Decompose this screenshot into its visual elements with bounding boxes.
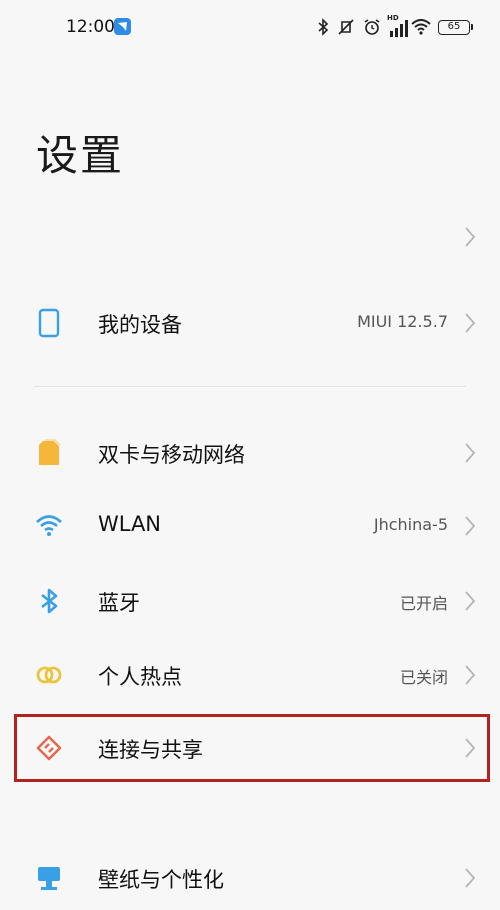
bluetooth-status-icon (318, 18, 329, 36)
chevron-right-icon (465, 868, 476, 888)
row-sim-mobile[interactable]: 双卡与移动网络 (0, 421, 500, 485)
vibrate-mute-icon (338, 19, 354, 35)
row-value: 已开启 (399, 594, 448, 613)
row-my-device[interactable]: 我的设备 MIUI 12.5.7 (0, 291, 500, 355)
status-icons: HD 65 (317, 14, 473, 38)
row-hotspot[interactable]: 个人热点 已关闭 (0, 643, 500, 707)
section-divider (34, 386, 466, 387)
row-value: MIUI 12.5.7 (357, 312, 448, 331)
row-bluetooth[interactable]: 蓝牙 已开启 (0, 569, 500, 633)
row-label: 蓝牙 (98, 591, 140, 615)
chevron-right-icon (465, 313, 476, 333)
chevron-right-icon (465, 227, 476, 247)
row-label: 壁纸与个性化 (98, 868, 224, 892)
wallpaper-icon (38, 867, 60, 890)
battery-icon: 65 (438, 19, 473, 35)
chevron-right-icon (465, 443, 476, 463)
row-label: 双卡与移动网络 (98, 443, 245, 467)
wifi-icon (36, 515, 62, 536)
signal-hd-icon: HD (387, 14, 408, 37)
alarm-icon (364, 19, 380, 35)
row-label: 我的设备 (98, 313, 182, 337)
chevron-right-icon (465, 516, 476, 536)
row-value: 已关闭 (399, 668, 448, 687)
row-wallpaper[interactable]: 壁纸与个性化 (0, 846, 500, 910)
row-value: Jhchina-5 (373, 515, 448, 534)
phone-icon (38, 308, 60, 338)
bluetooth-icon (41, 588, 58, 614)
app-notification-icon (114, 18, 131, 35)
sim-card-icon (39, 439, 61, 465)
page-title: 设置 (36, 131, 125, 180)
account-row[interactable] (0, 205, 500, 269)
chevron-right-icon (465, 591, 476, 611)
status-bar: 12:00 HD 65 (0, 0, 500, 56)
hotspot-icon (36, 666, 62, 684)
wifi-status-icon (411, 19, 431, 35)
status-time: 12:00 (66, 17, 115, 37)
highlight-annotation-box (14, 714, 490, 782)
row-label: 个人热点 (98, 665, 182, 689)
row-label: WLAN (98, 512, 162, 536)
chevron-right-icon (465, 665, 476, 685)
row-wlan[interactable]: WLAN Jhchina-5 (0, 494, 500, 558)
